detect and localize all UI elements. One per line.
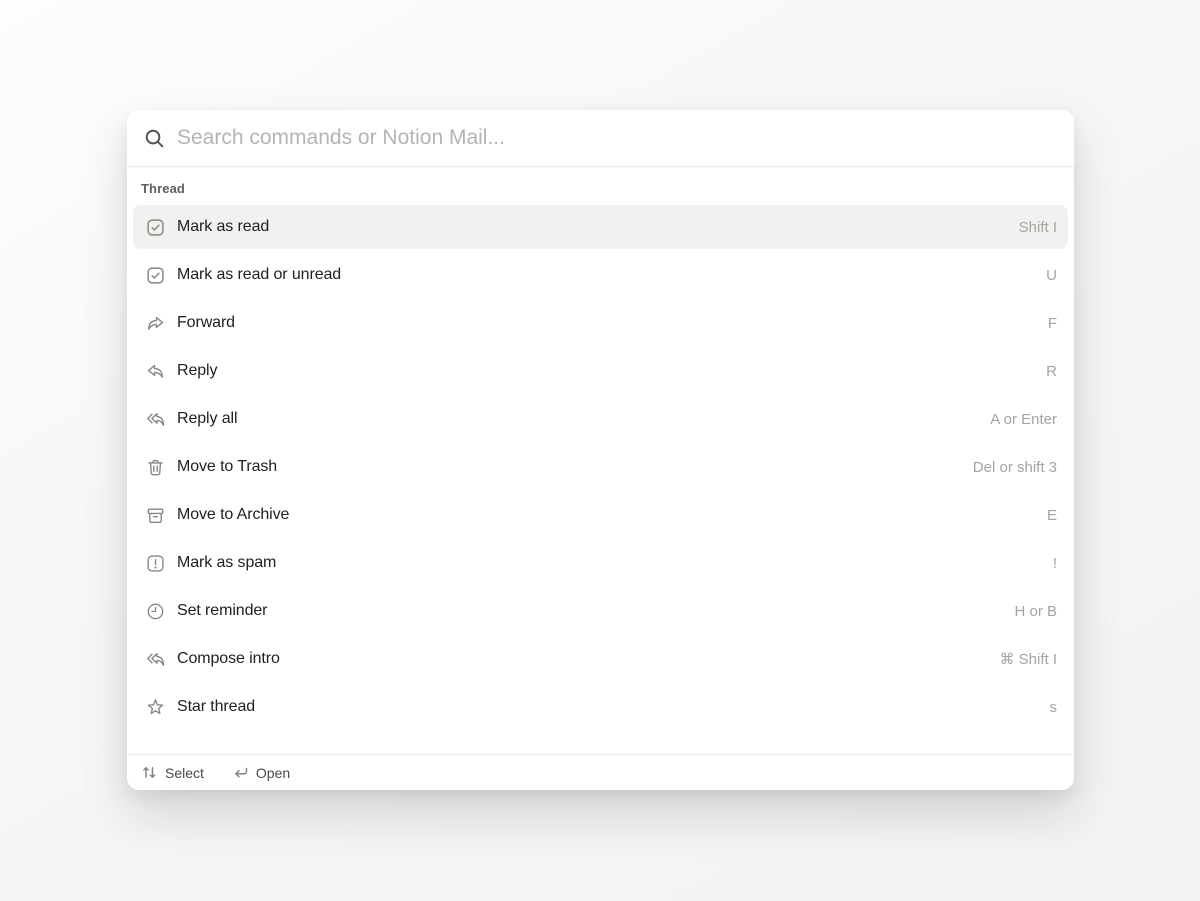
hint-open: Open (232, 764, 290, 781)
reply-arrow-icon (146, 362, 165, 381)
clock-icon (146, 602, 165, 621)
shortcut-label: R (1046, 362, 1057, 380)
page-background: Thread Mark as read Shift I Mark as read… (0, 0, 1200, 901)
command-item-move-to-trash[interactable]: Move to Trash Del or shift 3 (133, 445, 1068, 489)
command-item-mark-as-read[interactable]: Mark as read Shift I (133, 205, 1068, 249)
shortcut-label: Del or shift 3 (972, 458, 1057, 476)
command-item-move-to-archive[interactable]: Move to Archive E (133, 493, 1068, 537)
shortcut-label: s (1049, 698, 1058, 716)
shortcut-label: A or Enter (990, 410, 1057, 428)
return-key-icon (232, 764, 249, 781)
trash-icon (146, 458, 165, 477)
spam-warning-icon (146, 554, 165, 573)
command-item-reply-all[interactable]: Reply all A or Enter (133, 397, 1068, 441)
hint-select: Select (141, 764, 204, 781)
reply-all-arrow-icon (146, 650, 165, 669)
reply-all-arrow-icon (146, 410, 165, 429)
footer-hints: Select Open (127, 754, 1074, 790)
shortcut-label: ⌘ Shift I (999, 651, 1057, 668)
command-item-set-reminder[interactable]: Set reminder H or B (133, 589, 1068, 633)
shortcut-label: H or B (1014, 602, 1057, 620)
command-item-mark-as-spam[interactable]: Mark as spam ! (133, 541, 1068, 585)
shortcut-label: ! (1052, 554, 1057, 572)
search-input[interactable] (177, 126, 1058, 150)
hint-open-label: Open (255, 764, 291, 781)
command-list: Thread Mark as read Shift I Mark as read… (127, 167, 1074, 754)
star-icon (146, 698, 165, 717)
hint-select-label: Select (165, 764, 204, 781)
command-item-forward[interactable]: Forward F (133, 301, 1068, 345)
shortcut-label: U (1046, 266, 1057, 284)
shortcut-label: E (1046, 506, 1057, 524)
archive-box-icon (146, 506, 165, 525)
command-item-reply[interactable]: Reply R (133, 349, 1068, 393)
up-down-arrows-icon (141, 764, 158, 781)
search-bar[interactable] (127, 110, 1074, 166)
command-items-container: Mark as read Shift I Mark as read or unr… (133, 205, 1068, 729)
command-palette: Thread Mark as read Shift I Mark as read… (127, 110, 1074, 790)
shortcut-label: Shift I (1018, 218, 1057, 236)
search-icon (143, 127, 165, 149)
forward-arrow-icon (146, 314, 165, 333)
command-item-mark-as-read-or-unread[interactable]: Mark as read or unread U (133, 253, 1068, 297)
checkbox-checked-icon (146, 266, 165, 285)
command-item-star-thread[interactable]: Star thread s (133, 685, 1068, 729)
command-item-compose-intro[interactable]: Compose intro ⌘ Shift I (133, 637, 1068, 681)
section-header-thread: Thread (141, 181, 185, 196)
shortcut-label: F (1047, 314, 1057, 332)
checkbox-checked-icon (146, 218, 165, 237)
